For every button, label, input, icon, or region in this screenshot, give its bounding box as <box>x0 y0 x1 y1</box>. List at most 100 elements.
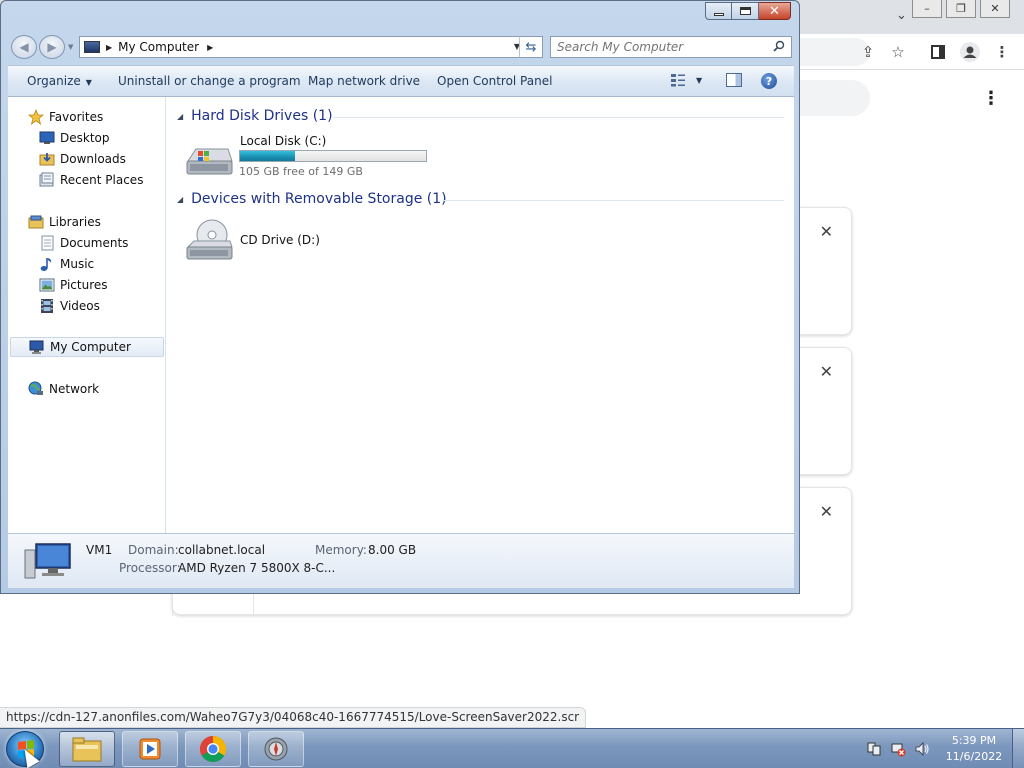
search-input[interactable] <box>557 40 757 54</box>
music-note-icon <box>39 256 55 272</box>
nav-item-documents[interactable]: Documents <box>8 233 166 253</box>
nav-label: Recent Places <box>60 173 144 187</box>
processor-value: AMD Ryzen 7 5800X 8-C... <box>178 561 336 575</box>
open-control-panel-button[interactable]: Open Control Panel <box>437 74 552 88</box>
page-menu-kebab-icon[interactable]: ⋮ <box>982 88 1000 109</box>
taskbar-chrome-button[interactable] <box>185 731 241 767</box>
organize-button[interactable]: Organize ▼ <box>27 74 92 88</box>
breadcrumb-my-computer[interactable]: My Computer <box>118 40 199 54</box>
domain-value: collabnet.local <box>178 543 266 557</box>
pictures-icon <box>39 277 55 293</box>
group-hard-disk-drives[interactable]: ◢ Hard Disk Drives (1) <box>177 106 333 126</box>
help-icon[interactable]: ? <box>761 73 777 89</box>
taskbar-clock[interactable]: 5:39 PM 11/6/2022 <box>944 733 1004 765</box>
uninstall-program-button[interactable]: Uninstall or change a program <box>118 74 301 88</box>
navigation-pane: Favorites Desktop Downloads Recent Place… <box>8 97 166 533</box>
domain-label: Domain: <box>128 543 179 557</box>
bookmark-star-icon[interactable]: ☆ <box>888 42 908 62</box>
browser-minimize-button[interactable]: – <box>912 0 942 18</box>
group-divider <box>443 200 784 201</box>
network-globe-icon <box>28 381 44 397</box>
view-options-dropdown-icon[interactable]: ▼ <box>696 76 702 85</box>
maximize-button[interactable] <box>732 2 759 20</box>
nav-item-desktop[interactable]: Desktop <box>8 128 166 148</box>
browser-close-button[interactable]: ✕ <box>980 0 1010 18</box>
network-disconnected-icon[interactable] <box>890 741 906 757</box>
clock-time: 5:39 PM <box>951 734 997 747</box>
explorer-title-bar[interactable]: ✕ <box>1 1 799 33</box>
share-icon[interactable]: ⇪ <box>858 42 878 62</box>
nav-label: Downloads <box>60 152 126 166</box>
film-strip-icon <box>39 298 55 314</box>
card-close-icon[interactable]: ✕ <box>820 222 833 241</box>
nav-label: Desktop <box>60 131 110 145</box>
nav-item-downloads[interactable]: Downloads <box>8 149 166 169</box>
back-button[interactable]: ◀ <box>11 35 37 59</box>
drive-d-name: CD Drive (D:) <box>240 233 320 247</box>
folder-icon <box>72 737 102 762</box>
group-title: Devices with Removable Storage (1) <box>191 191 447 207</box>
recent-places-icon <box>39 172 55 188</box>
recent-pages-dropdown-icon[interactable]: ▼ <box>68 43 73 51</box>
collapse-triangle-icon[interactable]: ◢ <box>177 195 183 204</box>
action-center-icon[interactable] <box>866 741 882 757</box>
show-desktop-button[interactable] <box>1012 729 1024 768</box>
nav-item-pictures[interactable]: Pictures <box>8 275 166 295</box>
desktop-icon <box>39 130 55 146</box>
collapse-triangle-icon[interactable]: ◢ <box>177 112 183 121</box>
nav-item-my-computer[interactable]: My Computer <box>10 337 164 357</box>
star-icon <box>27 108 45 125</box>
volume-icon[interactable] <box>914 741 930 757</box>
group-divider <box>333 117 784 118</box>
nav-label: Libraries <box>49 215 101 229</box>
media-player-icon <box>139 738 161 760</box>
address-bar[interactable]: ▶ My Computer ▶ ▼ <box>79 36 525 58</box>
profile-avatar-icon[interactable] <box>960 42 980 62</box>
computer-name: VM1 <box>86 543 113 557</box>
search-icon <box>773 40 785 52</box>
preview-pane-icon[interactable] <box>726 73 742 87</box>
hard-disk-icon <box>186 148 233 175</box>
drive-c-free-space: 105 GB free of 149 GB <box>239 165 363 178</box>
explorer-window: ✕ ◀ ▶ ▼ ▶ My Computer ▶ ▼ ⇆ Organize ▼ Un… <box>0 0 800 594</box>
taskbar-media-player-button[interactable] <box>122 731 178 767</box>
explorer-window-controls: ✕ <box>705 2 791 20</box>
side-panel-icon[interactable] <box>928 42 948 62</box>
cd-drive-icon <box>186 219 233 260</box>
details-pane: VM1 Domain: collabnet.local Memory: 8.00… <box>8 533 794 588</box>
nav-item-favorites[interactable]: Favorites <box>8 107 166 127</box>
breadcrumb-arrow-icon[interactable]: ▶ <box>207 43 213 52</box>
nav-label: Network <box>49 382 100 396</box>
browser-restore-button[interactable]: ❐ <box>946 0 976 18</box>
tab-search-chevron-icon[interactable]: ⌄ <box>896 8 907 23</box>
page-search-box[interactable] <box>800 80 870 116</box>
nav-item-videos[interactable]: Videos <box>8 296 166 316</box>
nav-item-music[interactable]: Music <box>8 254 166 274</box>
breadcrumb-arrow-icon[interactable]: ▶ <box>106 43 112 52</box>
taskbar-explorer-button[interactable] <box>59 731 115 767</box>
card-close-icon[interactable]: ✕ <box>820 362 833 381</box>
taskbar-app-button[interactable] <box>248 731 304 767</box>
computer-icon <box>24 543 71 579</box>
change-view-icon[interactable] <box>670 73 686 87</box>
group-removable-storage[interactable]: ◢ Devices with Removable Storage (1) <box>177 189 447 209</box>
chevron-down-icon: ▼ <box>85 78 92 87</box>
forward-button[interactable]: ▶ <box>39 35 65 59</box>
nav-item-network[interactable]: Network <box>8 379 166 399</box>
nav-label: Videos <box>60 299 100 313</box>
drive-c-name: Local Disk (C:) <box>240 134 327 148</box>
browser-menu-kebab-icon[interactable]: ⋮ <box>992 42 1012 62</box>
memory-value: 8.00 GB <box>368 543 417 557</box>
refresh-button[interactable]: ⇆ <box>519 36 543 58</box>
nav-item-recent-places[interactable]: Recent Places <box>8 170 166 190</box>
map-network-drive-button[interactable]: Map network drive <box>308 74 420 88</box>
chrome-icon <box>199 735 227 763</box>
minimize-button[interactable] <box>705 2 732 20</box>
back-arrow-icon: ◀ <box>19 40 29 54</box>
close-button[interactable]: ✕ <box>759 2 791 20</box>
card-close-icon[interactable]: ✕ <box>820 502 833 521</box>
browser-window-controls: – ❐ ✕ <box>912 0 1010 18</box>
search-box[interactable] <box>550 36 792 58</box>
nav-item-libraries[interactable]: Libraries <box>8 212 166 232</box>
drive-c-usage-fill <box>240 151 295 161</box>
